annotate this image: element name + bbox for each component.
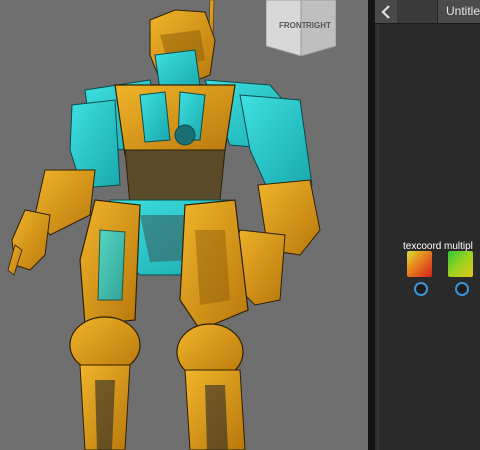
node-preview-swatch bbox=[407, 251, 432, 277]
output-socket[interactable] bbox=[455, 282, 469, 296]
tab-title[interactable]: Untitle bbox=[437, 0, 480, 23]
tab-title-label: Untitle bbox=[446, 4, 480, 18]
panel-header: Untitle bbox=[375, 0, 480, 24]
cube-right-label: RIGHT bbox=[306, 21, 331, 30]
output-socket[interactable] bbox=[414, 282, 428, 296]
cube-front-label: FRONT bbox=[279, 21, 307, 30]
chevron-left-icon bbox=[381, 4, 390, 19]
view-cube[interactable]: FRONT RIGHT bbox=[266, 0, 336, 56]
node-preview-swatch bbox=[448, 251, 473, 277]
node-graph-canvas[interactable]: texcoord multipl bbox=[378, 24, 480, 450]
robot-model[interactable] bbox=[0, 0, 368, 450]
panel-divider[interactable] bbox=[368, 0, 375, 450]
back-button[interactable] bbox=[375, 0, 397, 23]
3d-viewport[interactable]: FRONT RIGHT bbox=[0, 0, 368, 450]
node-editor-panel: Untitle texcoord multipl bbox=[375, 0, 480, 450]
